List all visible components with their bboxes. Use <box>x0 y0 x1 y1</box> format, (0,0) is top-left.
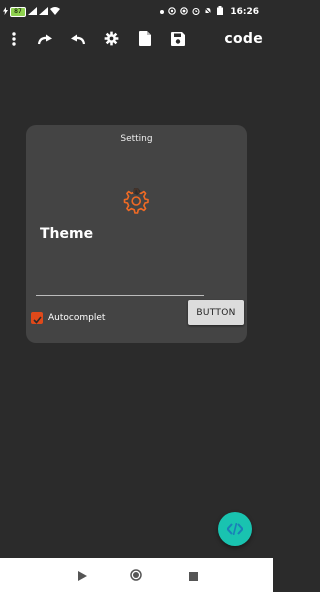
redo-button[interactable] <box>35 30 55 50</box>
redo-icon <box>37 31 53 50</box>
battery-icon <box>216 6 224 17</box>
home-button[interactable] <box>130 568 142 581</box>
at-icon <box>168 6 177 17</box>
navigation-bar <box>0 558 273 592</box>
battery-level: 87 <box>10 7 26 17</box>
check-icon <box>32 309 42 328</box>
recents-button[interactable] <box>187 569 199 581</box>
toolbar: code <box>0 26 273 54</box>
code-icon <box>226 520 244 539</box>
dialog-button[interactable]: BUTTON <box>188 300 244 325</box>
undo-icon <box>70 31 86 50</box>
autocomplete-checkbox[interactable] <box>31 312 43 324</box>
theme-gear-icon <box>118 185 152 219</box>
alarm-icon <box>192 7 200 17</box>
status-left: 87 <box>3 7 60 17</box>
status-bar: 87 16:26 <box>0 0 273 24</box>
settings-dialog: Setting Theme Autocomplet BUTTON <box>26 125 247 343</box>
save-button[interactable] <box>168 30 188 50</box>
settings-button[interactable] <box>101 30 121 50</box>
charging-icon <box>3 7 8 17</box>
more-options-button[interactable] <box>4 30 24 50</box>
back-triangle-icon <box>77 566 87 585</box>
theme-label: Theme <box>40 226 94 242</box>
new-file-button[interactable] <box>135 30 155 50</box>
recents-square-icon <box>188 566 198 585</box>
autocomplete-row[interactable]: Autocomplet <box>31 312 105 324</box>
back-button[interactable] <box>76 569 88 581</box>
more-vert-icon <box>12 31 16 50</box>
divider <box>36 295 204 296</box>
record-icon <box>180 6 189 17</box>
undo-button[interactable] <box>68 30 88 50</box>
home-circle-icon <box>130 566 142 585</box>
mute-icon <box>204 6 213 17</box>
toolbar-title: code <box>224 31 263 47</box>
save-icon <box>171 31 185 50</box>
wifi-icon <box>50 7 60 17</box>
dialog-title: Setting <box>120 134 153 144</box>
gear-icon <box>104 31 119 50</box>
floating-action-button[interactable] <box>218 512 252 546</box>
signal-icon-2 <box>39 7 48 17</box>
clock: 16:26 <box>230 6 259 17</box>
autocomplete-label: Autocomplet <box>48 313 106 323</box>
signal-icon-1 <box>28 7 37 17</box>
dot-icon <box>160 7 165 16</box>
status-right: 16:26 <box>160 6 259 17</box>
file-icon <box>139 30 151 50</box>
